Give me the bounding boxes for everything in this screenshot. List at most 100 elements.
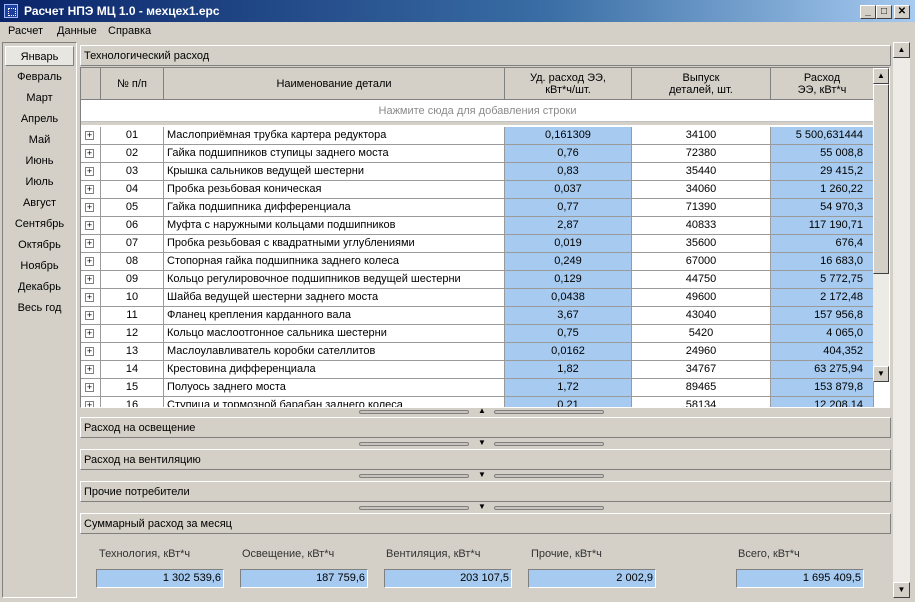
month-button-jul[interactable]: Июль — [5, 172, 74, 192]
table-row[interactable]: +12 Кольцо маслоотгонное сальника шестерн… — [81, 325, 874, 343]
row-number[interactable]: 05 — [101, 199, 164, 217]
table-row[interactable]: +07 Пробка резьбовая с квадратными углубл… — [81, 235, 874, 253]
row-output[interactable]: 5420 — [632, 325, 771, 343]
row-unit-consumption[interactable]: 0,129 — [505, 271, 632, 289]
chevron-down-icon[interactable]: ▼ — [478, 438, 486, 447]
row-number[interactable]: 04 — [101, 181, 164, 199]
add-row-button[interactable]: Нажмите сюда для добавления строки — [81, 100, 874, 122]
splitter-tech[interactable]: ▲ — [359, 406, 609, 415]
row-unit-consumption[interactable]: 0,21 — [505, 397, 632, 407]
expand-plus-icon[interactable]: + — [85, 149, 94, 158]
expand-plus-icon[interactable]: + — [85, 293, 94, 302]
grid-header-ud[interactable]: Уд. расход ЭЭ, кВт*ч/шт. — [505, 68, 632, 100]
row-total-consumption[interactable]: 157 956,8 — [771, 307, 874, 325]
row-part-name[interactable]: Шайба ведущей шестерни заднего моста — [164, 289, 505, 307]
grid-header-num[interactable]: № п/п — [101, 68, 164, 100]
row-expand-cell[interactable]: + — [81, 253, 101, 271]
row-number[interactable]: 02 — [101, 145, 164, 163]
row-expand-cell[interactable]: + — [81, 217, 101, 235]
month-button-aug[interactable]: Август — [5, 193, 74, 213]
month-button-apr[interactable]: Апрель — [5, 109, 74, 129]
row-total-consumption[interactable]: 404,352 — [771, 343, 874, 361]
row-expand-cell[interactable]: + — [81, 163, 101, 181]
row-part-name[interactable]: Маслоулавливатель коробки сателлитов — [164, 343, 505, 361]
section-other-header[interactable]: Прочие потребители — [80, 481, 891, 502]
row-unit-consumption[interactable]: 2,87 — [505, 217, 632, 235]
chevron-down-icon[interactable]: ▼ — [478, 502, 486, 511]
table-row[interactable]: +02 Гайка подшипников ступицы заднего мос… — [81, 145, 874, 163]
month-button-feb[interactable]: Февраль — [5, 67, 74, 87]
month-button-may[interactable]: Май — [5, 130, 74, 150]
expand-plus-icon[interactable]: + — [85, 239, 94, 248]
row-total-consumption[interactable]: 55 008,8 — [771, 145, 874, 163]
expand-plus-icon[interactable]: + — [85, 221, 94, 230]
row-number[interactable]: 11 — [101, 307, 164, 325]
expand-plus-icon[interactable]: + — [85, 311, 94, 320]
expand-plus-icon[interactable]: + — [85, 329, 94, 338]
expand-plus-icon[interactable]: + — [85, 401, 94, 407]
window-scrollbar[interactable]: ▲ ▼ — [893, 42, 910, 598]
splitter-other[interactable]: ▼ — [359, 502, 609, 511]
row-expand-cell[interactable]: + — [81, 343, 101, 361]
maximize-button[interactable]: □ — [876, 5, 892, 19]
row-total-consumption[interactable]: 5 500,631444 — [771, 127, 874, 145]
row-expand-cell[interactable]: + — [81, 289, 101, 307]
row-part-name[interactable]: Крестовина дифференциала — [164, 361, 505, 379]
row-expand-cell[interactable]: + — [81, 307, 101, 325]
row-expand-cell[interactable]: + — [81, 325, 101, 343]
minimize-button[interactable]: _ — [860, 5, 876, 19]
row-unit-consumption[interactable]: 0,0162 — [505, 343, 632, 361]
table-row[interactable]: +11 Фланец крепления карданного вала 3,67 4… — [81, 307, 874, 325]
table-row[interactable]: +15 Полуось заднего моста 1,72 89465 153 879… — [81, 379, 874, 397]
month-button-oct[interactable]: Октябрь — [5, 235, 74, 255]
menu-help[interactable]: Справка — [108, 25, 151, 37]
row-output[interactable]: 67000 — [632, 253, 771, 271]
expand-plus-icon[interactable]: + — [85, 365, 94, 374]
row-number[interactable]: 03 — [101, 163, 164, 181]
row-part-name[interactable]: Стопорная гайка подшипника заднего колес… — [164, 253, 505, 271]
row-unit-consumption[interactable]: 0,83 — [505, 163, 632, 181]
row-output[interactable]: 72380 — [632, 145, 771, 163]
month-button-jan[interactable]: Январь — [5, 46, 74, 66]
row-output[interactable]: 43040 — [632, 307, 771, 325]
table-row[interactable]: +10 Шайба ведущей шестерни заднего моста 0… — [81, 289, 874, 307]
section-ventilation-header[interactable]: Расход на вентиляцию — [80, 449, 891, 470]
row-expand-cell[interactable]: + — [81, 361, 101, 379]
row-number[interactable]: 10 — [101, 289, 164, 307]
table-row[interactable]: +09 Кольцо регулировочное подшипников вед… — [81, 271, 874, 289]
row-number[interactable]: 14 — [101, 361, 164, 379]
row-number[interactable]: 09 — [101, 271, 164, 289]
chevron-up-icon[interactable]: ▲ — [478, 406, 486, 415]
month-button-mar[interactable]: Март — [5, 88, 74, 108]
row-unit-consumption[interactable]: 0,75 — [505, 325, 632, 343]
splitter-lighting[interactable]: ▼ — [359, 438, 609, 447]
expand-plus-icon[interactable]: + — [85, 257, 94, 266]
row-part-name[interactable]: Кольцо маслоотгонное сальника шестерни — [164, 325, 505, 343]
row-expand-cell[interactable]: + — [81, 379, 101, 397]
row-number[interactable]: 15 — [101, 379, 164, 397]
expand-plus-icon[interactable]: + — [85, 383, 94, 392]
row-part-name[interactable]: Ступица и тормозной барабан заднего коле… — [164, 397, 505, 407]
table-row[interactable]: +06 Муфта с наружными кольцами подшипнико… — [81, 217, 874, 235]
scroll-thumb[interactable] — [873, 84, 889, 274]
close-button[interactable]: ✕ — [894, 5, 910, 19]
month-button-dec[interactable]: Декабрь — [5, 277, 74, 297]
row-part-name[interactable]: Гайка подшипников ступицы заднего моста — [164, 145, 505, 163]
row-output[interactable]: 34100 — [632, 127, 771, 145]
grid-header-total[interactable]: Расход ЭЭ, кВт*ч — [771, 68, 874, 100]
row-total-consumption[interactable]: 676,4 — [771, 235, 874, 253]
expand-plus-icon[interactable]: + — [85, 185, 94, 194]
expand-plus-icon[interactable]: + — [85, 275, 94, 284]
row-total-consumption[interactable]: 5 772,75 — [771, 271, 874, 289]
row-part-name[interactable]: Крышка сальников ведущей шестерни — [164, 163, 505, 181]
expand-plus-icon[interactable]: + — [85, 131, 94, 140]
row-unit-consumption[interactable]: 0,76 — [505, 145, 632, 163]
row-total-consumption[interactable]: 12 208,14 — [771, 397, 874, 407]
row-output[interactable]: 34767 — [632, 361, 771, 379]
month-button-nov[interactable]: Ноябрь — [5, 256, 74, 276]
table-row[interactable]: +08 Стопорная гайка подшипника заднего ко… — [81, 253, 874, 271]
month-button-year[interactable]: Весь год — [5, 298, 74, 318]
row-unit-consumption[interactable]: 0,037 — [505, 181, 632, 199]
row-expand-cell[interactable]: + — [81, 199, 101, 217]
row-expand-cell[interactable]: + — [81, 271, 101, 289]
